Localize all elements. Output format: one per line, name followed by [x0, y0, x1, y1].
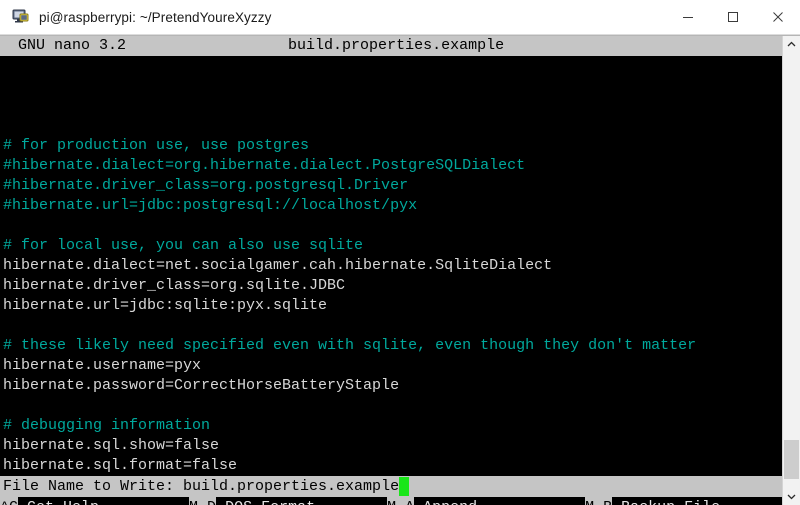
code-line: hibernate.url=jdbc:sqlite:pyx.sqlite	[3, 297, 328, 314]
code-line: hibernate.driver_class=org.sqlite.JDBC	[3, 277, 346, 294]
shortcut-key: M-B	[585, 497, 613, 505]
code-line: hibernate.sql.show=false	[3, 437, 220, 454]
shortcut-label: Get Help	[18, 497, 190, 505]
window-title: pi@raspberrypi: ~/PretendYoureXyzzy	[39, 9, 272, 25]
minimize-icon[interactable]	[665, 0, 710, 34]
chevron-up-icon[interactable]	[783, 36, 800, 53]
putty-window: pi@raspberrypi: ~/PretendYoureXyzzy GNU …	[0, 0, 800, 505]
prompt-value[interactable]: build.properties.example	[183, 476, 399, 497]
vertical-scrollbar[interactable]	[782, 36, 800, 505]
close-icon[interactable]	[755, 0, 800, 34]
code-line: #hibernate.url=jdbc:postgresql://localho…	[3, 197, 418, 214]
shortcut-label: DOS Format	[216, 497, 388, 505]
putty-terminal-icon	[12, 8, 30, 26]
shortcut-item[interactable]: M-A Append	[387, 497, 586, 505]
nano-text-buffer[interactable]: # for production use, use postgres #hiber…	[0, 56, 782, 476]
code-line: # for production use, use postgres	[3, 137, 310, 154]
shortcut-label: Append	[414, 497, 586, 505]
shortcut-item[interactable]: M-B Backup File	[585, 497, 775, 505]
code-line: hibernate.password=CorrectHorseBatterySt…	[3, 377, 400, 394]
shortcut-item[interactable]: M-D DOS Format	[189, 497, 388, 505]
code-line: hibernate.dialect=net.socialgamer.cah.hi…	[3, 257, 553, 274]
window-controls	[665, 0, 800, 34]
chevron-down-icon[interactable]	[783, 488, 800, 505]
shortcut-label: Backup File	[612, 497, 775, 505]
code-line: # these likely need specified even with …	[3, 337, 697, 354]
prompt-label: File Name to Write:	[3, 478, 184, 495]
code-line: hibernate.sql.format=false	[3, 457, 238, 474]
code-line: # for local use, you can also use sqlite	[3, 237, 364, 254]
maximize-icon[interactable]	[710, 0, 755, 34]
title-bar[interactable]: pi@raspberrypi: ~/PretendYoureXyzzy	[0, 0, 800, 35]
shortcut-key: ^G	[0, 497, 19, 505]
code-line: #hibernate.driver_class=org.postgresql.D…	[3, 177, 409, 194]
nano-editor[interactable]: GNU nano 3.2 build.properties.example # …	[0, 36, 782, 505]
shortcut-key: M-A	[387, 497, 415, 505]
terminal-area: GNU nano 3.2 build.properties.example # …	[0, 35, 800, 505]
block-cursor	[399, 477, 410, 496]
shortcut-item[interactable]: ^G Get Help	[0, 497, 190, 505]
code-line: hibernate.username=pyx	[3, 357, 202, 374]
code-line: # debugging information	[3, 417, 211, 434]
nano-prompt-bar[interactable]: File Name to Write: build.properties.exa…	[0, 476, 782, 497]
code-line: #hibernate.dialect=org.hibernate.dialect…	[3, 157, 526, 174]
scroll-thumb[interactable]	[784, 440, 799, 480]
nano-shortcut-row-1: ^G Get Help M-D DOS Format M-A Append M-…	[0, 497, 782, 505]
nano-title-bar: GNU nano 3.2 build.properties.example	[0, 36, 782, 56]
shortcut-key: M-D	[189, 497, 217, 505]
scrollbar-track[interactable]	[783, 53, 800, 488]
